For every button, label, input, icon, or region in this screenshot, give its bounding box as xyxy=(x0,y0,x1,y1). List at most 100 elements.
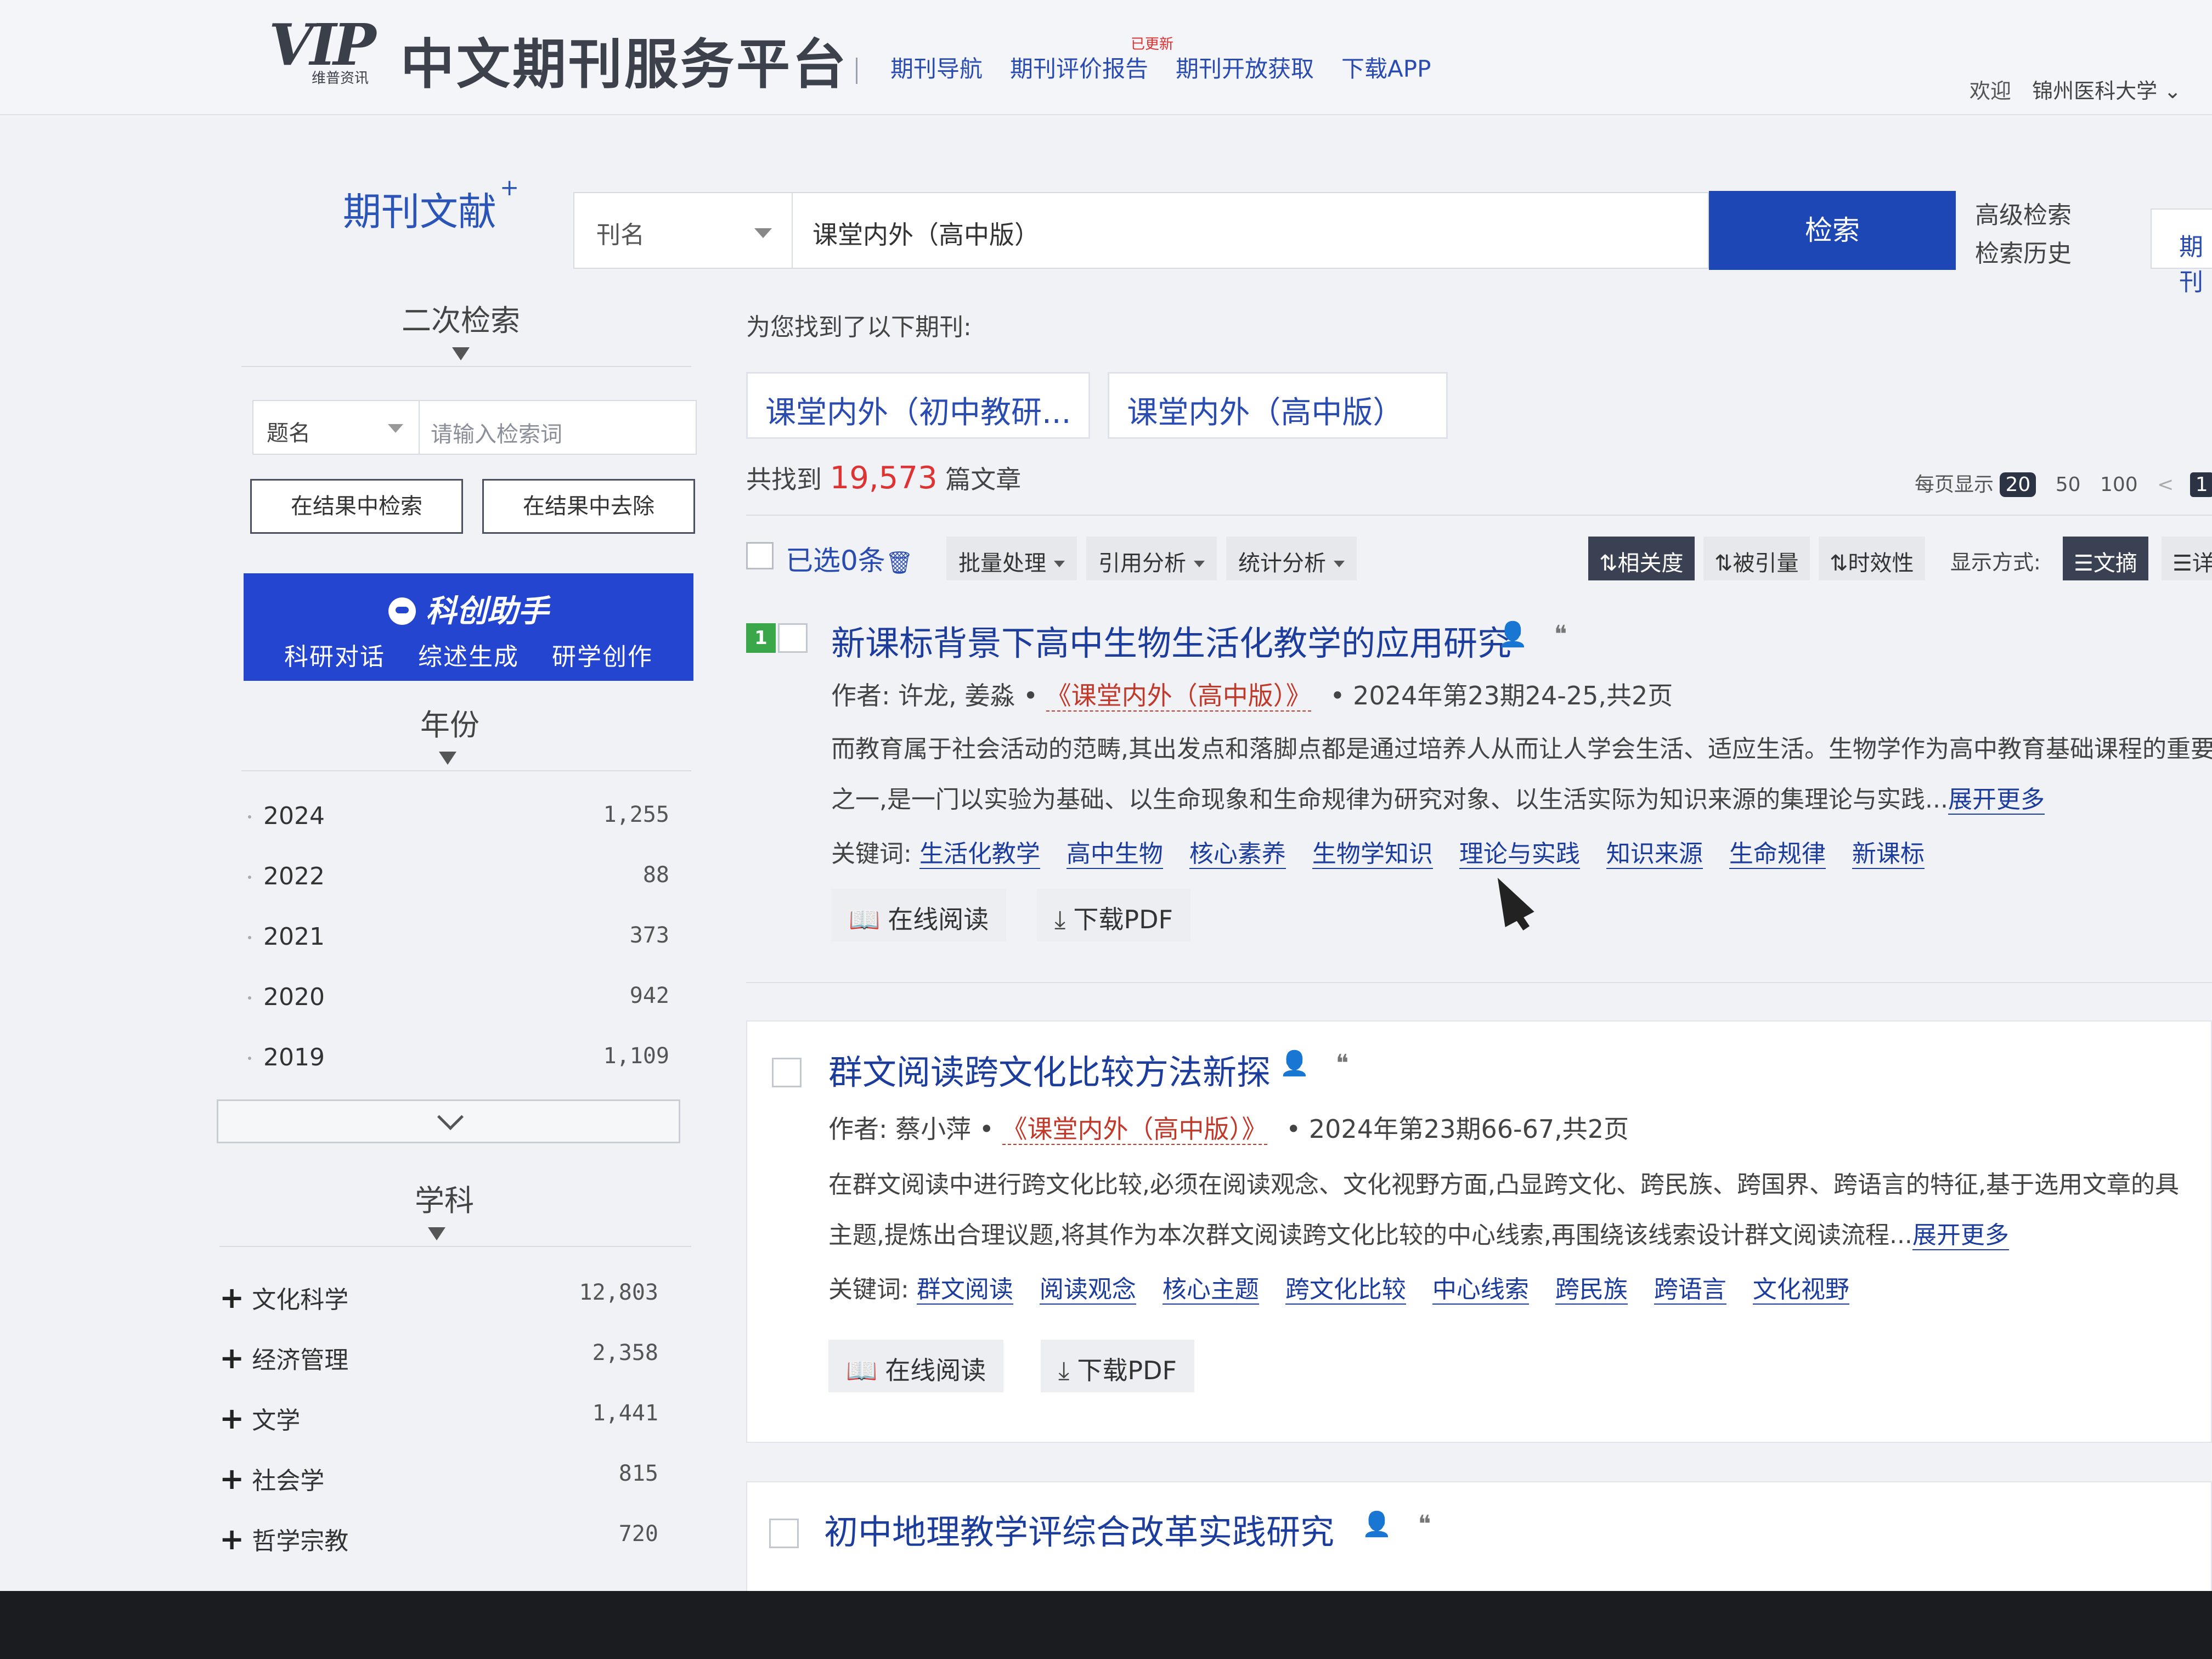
journal-chip[interactable]: 课堂内外（初中教研... xyxy=(746,372,1091,439)
secondary-search-box: 题名 请输入检索词 xyxy=(252,400,697,455)
nav-download-app[interactable]: 下载APP xyxy=(1341,50,1431,84)
caret-down-icon xyxy=(754,228,772,238)
subject-item[interactable]: + 社会学 815 xyxy=(219,1450,702,1510)
sort-icon: ⇅ xyxy=(1599,551,1618,576)
journal-link[interactable]: 《课堂内外（高中版）》 xyxy=(1046,681,1311,712)
batch-dropdown[interactable]: 批量处理 xyxy=(946,537,1077,580)
year-item[interactable]: 2022 88 xyxy=(219,851,702,912)
article-checkbox[interactable] xyxy=(769,1519,799,1548)
expand-more-link[interactable]: 展开更多 xyxy=(1912,1221,2009,1250)
author-icon[interactable]: 👤 xyxy=(1279,1049,1310,1077)
stats-dropdown[interactable]: 统计分析 xyxy=(1226,537,1357,580)
monitor-bezel xyxy=(0,1591,2212,1659)
keyword-link[interactable]: 生命规律 xyxy=(1729,840,1826,869)
advanced-search-link[interactable]: 高级检索 xyxy=(1975,196,2072,235)
search-button[interactable]: 检索 xyxy=(1709,191,1956,270)
search-in-results-button[interactable]: 在结果中检索 xyxy=(250,479,463,534)
keyword-link[interactable]: 核心主题 xyxy=(1162,1276,1259,1305)
keyword-link[interactable]: 理论与实践 xyxy=(1459,840,1580,869)
keyword-link[interactable]: 跨文化比较 xyxy=(1285,1276,1406,1305)
cite-icon[interactable]: ❝ xyxy=(1554,620,1567,648)
subject-item[interactable]: + 经济管理 2,358 xyxy=(219,1329,702,1390)
page-current[interactable]: 1 xyxy=(2190,472,2212,497)
keyword-link[interactable]: 跨语言 xyxy=(1654,1276,1726,1305)
keyword-link[interactable]: 高中生物 xyxy=(1066,840,1163,869)
nav-evaluation-report[interactable]: 期刊评价报告 已更新 xyxy=(1010,36,1173,84)
journal-link[interactable]: 《课堂内外（高中版）》 xyxy=(1002,1114,1267,1145)
article-title[interactable]: 群文阅读跨文化比较方法新探 xyxy=(828,1045,1271,1094)
page-prev[interactable]: < xyxy=(2157,473,2174,496)
subject-item[interactable]: + 哲学宗教 720 xyxy=(219,1510,702,1571)
display-detail[interactable]: ☰详 xyxy=(2162,537,2212,580)
search-input[interactable]: 课堂内外（高中版） xyxy=(793,192,1709,269)
download-pdf-button[interactable]: ⤓ 下载PDF xyxy=(1041,1340,1194,1392)
sort-time[interactable]: ⇅时效性 xyxy=(1819,537,1925,580)
cite-icon[interactable]: ❝ xyxy=(1336,1049,1349,1077)
keyword-link[interactable]: 群文阅读 xyxy=(916,1276,1013,1305)
search-field-select[interactable]: 刊名 xyxy=(573,192,793,269)
nav-journal-guide[interactable]: 期刊导航 xyxy=(890,50,983,84)
subject-item[interactable]: + 文学 1,441 xyxy=(219,1390,702,1450)
year-item[interactable]: 2024 1,255 xyxy=(219,791,702,851)
triangle-down-icon xyxy=(439,752,456,765)
journal-chip[interactable]: 课堂内外（高中版） xyxy=(1108,372,1448,439)
expand-more-link[interactable]: 展开更多 xyxy=(1948,786,2045,815)
secondary-search-input[interactable]: 请输入检索词 xyxy=(420,400,697,455)
keyword-link[interactable]: 文化视野 xyxy=(1752,1276,1849,1305)
per-page-selector: 每页显示 20 50 100 < 1 2 xyxy=(1915,469,2212,497)
download-pdf-button[interactable]: ⤓ 下载PDF xyxy=(1037,889,1190,941)
article-title[interactable]: 初中地理教学评综合改革实践研究 xyxy=(824,1504,1334,1554)
author-links[interactable]: 许龙, 姜淼 xyxy=(898,681,1015,710)
journal-tab[interactable]: 期刊 xyxy=(2151,208,2212,296)
citation-dropdown[interactable]: 引用分析 xyxy=(1086,537,1217,580)
list-icon: ☰ xyxy=(2172,551,2192,576)
year-facet: 年份 2024 1,255 2022 88 2021 373 2020 942 2019… xyxy=(217,701,702,1143)
vip-logo[interactable]: VIP 维普资讯 xyxy=(269,16,395,87)
cite-icon[interactable]: ❝ xyxy=(1418,1510,1431,1538)
kc-item-study-create[interactable]: 研学创作 xyxy=(552,643,653,671)
sort-cited[interactable]: ⇅被引量 xyxy=(1703,537,1810,580)
read-online-button[interactable]: 📖 在线阅读 xyxy=(828,1340,1004,1392)
year-item[interactable]: 2021 373 xyxy=(219,912,702,972)
kc-item-research-chat[interactable]: 科研对话 xyxy=(284,643,385,671)
select-all-checkbox[interactable] xyxy=(746,542,774,569)
article-checkbox[interactable] xyxy=(772,1058,802,1087)
year-item[interactable]: 2019 1,109 xyxy=(219,1032,702,1093)
keywords: 关键词: 群文阅读 阅读观念 核心主题 跨文化比较 中心线索 跨民族 跨语言 文… xyxy=(828,1276,1849,1305)
read-online-button[interactable]: 📖 在线阅读 xyxy=(831,889,1007,941)
keyword-link[interactable]: 生活化教学 xyxy=(919,840,1040,869)
triangle-down-icon xyxy=(452,347,470,360)
year-expand-button[interactable] xyxy=(217,1099,680,1143)
subject-item[interactable]: + 文化科学 12,803 xyxy=(219,1269,702,1329)
article-title[interactable]: 新课标背景下高中生物生活化教学的应用研究 xyxy=(831,616,1511,665)
sort-relevance[interactable]: ⇅相关度 xyxy=(1588,537,1695,580)
year-item[interactable]: 2020 942 xyxy=(219,972,702,1032)
exclude-from-results-button[interactable]: 在结果中去除 xyxy=(482,479,695,534)
keyword-link[interactable]: 中心线索 xyxy=(1432,1276,1529,1305)
search-type-label[interactable]: 期刊文献+ xyxy=(343,174,519,236)
keyword-link[interactable]: 生物学知识 xyxy=(1312,840,1433,869)
org-dropdown[interactable]: 锦州医科大学 ⌄ xyxy=(2032,79,2181,103)
per-page-100[interactable]: 100 xyxy=(2100,473,2138,496)
results-panel: 为您找到了以下期刊: 课堂内外（初中教研... 课堂内外（高中版） 共找到 19… xyxy=(746,307,2212,582)
per-page-20[interactable]: 20 xyxy=(2000,472,2036,497)
author-icon[interactable]: 👤 xyxy=(1498,620,1528,648)
per-page-50[interactable]: 50 xyxy=(2056,473,2081,496)
kechuang-assistant-banner[interactable]: 科创助手 科研对话 综述生成 研学创作 xyxy=(244,573,693,681)
trash-icon[interactable]: 🗑 xyxy=(885,550,913,575)
search-history-link[interactable]: 检索历史 xyxy=(1975,235,2072,273)
selected-count[interactable]: 已选0条🗑 xyxy=(786,539,913,578)
site-title: 中文期刊服务平台 xyxy=(400,33,849,96)
secondary-field-select[interactable]: 题名 xyxy=(252,400,420,455)
kc-item-review-gen[interactable]: 综述生成 xyxy=(418,643,519,671)
author-icon[interactable]: 👤 xyxy=(1362,1510,1392,1538)
keyword-link[interactable]: 阅读观念 xyxy=(1039,1276,1136,1305)
nav-open-access[interactable]: 期刊开放获取 xyxy=(1176,50,1314,84)
keyword-link[interactable]: 知识来源 xyxy=(1606,840,1703,869)
keyword-link[interactable]: 跨民族 xyxy=(1555,1276,1628,1305)
keyword-link[interactable]: 核心素养 xyxy=(1189,840,1286,869)
author-links[interactable]: 蔡小萍 xyxy=(895,1114,971,1144)
chevron-down-icon xyxy=(437,1103,464,1131)
keyword-link[interactable]: 新课标 xyxy=(1852,840,1925,869)
display-abstract[interactable]: ☰文摘 xyxy=(2063,537,2148,580)
